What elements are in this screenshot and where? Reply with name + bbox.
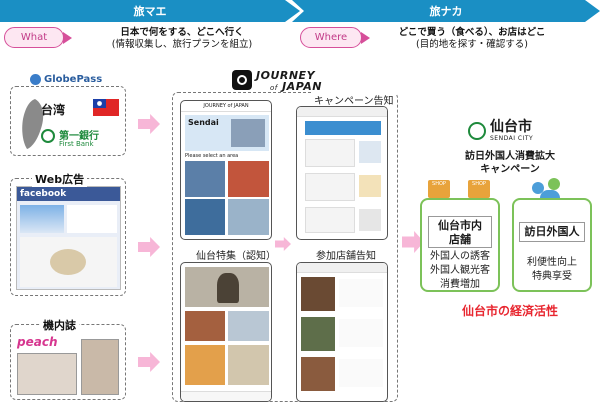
what-pill: What <box>4 27 72 48</box>
phone-participating-stores <box>296 262 388 402</box>
globepass-logo: GlobePass <box>30 72 112 86</box>
globepass-logo-text: GlobePass <box>44 73 103 85</box>
journey-logo: JOURNEY of JAPAN <box>256 70 322 94</box>
sendai-banner: Sendai <box>185 115 269 151</box>
stores-header <box>297 263 387 273</box>
food-photo <box>20 237 117 287</box>
sendai-city-logo-en: SENDAI CITY <box>490 135 534 142</box>
shop-icon-2-sign: SHOP <box>472 181 486 187</box>
person-icon-2 <box>548 178 560 190</box>
app-header: JOURNEY of JAPAN <box>181 101 271 112</box>
store-info-3 <box>339 359 383 387</box>
store-photo-3 <box>301 357 335 391</box>
taiwan-label: 台湾 <box>41 103 66 117</box>
post-text-block <box>67 205 117 233</box>
date-masamune-statue-image <box>185 267 269 307</box>
what-line-1: 日本で何をする、どこへ行く <box>120 27 244 38</box>
stores-benefit-2: 外国人観光客 <box>430 265 490 276</box>
phone-illustration <box>359 141 381 163</box>
where-line-2: (目的地を探す・確認する) <box>416 39 528 50</box>
shrine-image <box>228 345 269 385</box>
facebook-screenshot: facebook <box>16 186 121 290</box>
store-info-1 <box>339 279 383 307</box>
campaign-header <box>297 107 387 117</box>
foreign-visitors-benefits: 利便性向上 特典享受 <box>512 256 592 284</box>
food-image-3 <box>185 345 225 385</box>
campaign-text-block-3 <box>305 207 355 233</box>
globepass-box: 台湾 第一銀行 First Bank <box>10 86 126 156</box>
campaign-label: キャンペーン告知 <box>312 92 396 107</box>
where-description: どこで買う（食べる）、お店はどこ (目的地を探す・確認する) <box>372 27 572 51</box>
phase-during-trip: 旅ナカ <box>292 0 600 22</box>
peach-logo: peach <box>17 335 58 349</box>
journey-app-icon <box>232 70 252 90</box>
economic-revitalization-text: 仙台市の経済活性 <box>461 304 558 318</box>
visitors-benefit-1: 利便性向上 <box>527 257 577 268</box>
phase-during-label: 旅ナカ <box>429 5 463 18</box>
participating-stores-label: 参加店舗告知 <box>314 247 378 262</box>
select-area-text: Please select an area <box>185 153 239 159</box>
sendai-stores-title-line-2: 店舗 <box>449 233 471 246</box>
area-tile-4[interactable] <box>228 199 269 235</box>
sendai-city-emblem-icon <box>468 122 486 140</box>
where-line-1: どこで買う（食べる）、お店はどこ <box>398 27 546 38</box>
area-tile-1[interactable] <box>185 161 225 197</box>
what-pill-label: What <box>20 32 48 43</box>
food-image-1 <box>185 311 225 341</box>
taiwan-flag-icon <box>93 99 119 116</box>
sendai-stores-title: 仙台市内 店舗 <box>428 216 492 248</box>
what-description: 日本で何をする、どこへ行く (情報収集し、旅行プランを組立) <box>82 27 282 51</box>
first-bank-logo-icon <box>41 129 55 143</box>
mount-fuji-image <box>20 205 64 233</box>
shop-icon-1-sign: SHOP <box>432 181 446 187</box>
cup-illustration <box>359 209 381 231</box>
first-bank-en: First Bank <box>59 140 94 148</box>
web-ad-title: Web広告 <box>32 171 88 187</box>
shop-icon-1: SHOP <box>428 180 450 198</box>
store-photo-2 <box>301 317 335 351</box>
sendai-banner-title: Sendai <box>188 118 219 127</box>
store-photo-1 <box>301 277 335 311</box>
facebook-logo: facebook <box>17 187 120 201</box>
where-pill-label: Where <box>314 32 348 43</box>
foreign-visitors-title: 訪日外国人 <box>519 222 585 242</box>
what-line-2: (情報収集し、旅行プランを組立) <box>111 39 253 50</box>
phase-before-trip: 旅マエ <box>0 0 300 22</box>
magazine-cover-image <box>81 339 119 395</box>
phone-app-home: JOURNEY of JAPAN Sendai Please select an… <box>180 100 272 240</box>
inflight-magazine-box: peach <box>10 324 126 400</box>
sendai-feature-label: 仙台特集（認知） <box>194 247 278 262</box>
sendai-stores-title-line-1: 仙台市内 <box>438 219 482 232</box>
shop-icon-2: SHOP <box>468 180 490 198</box>
stores-benefit-3: 消費増加 <box>440 279 480 290</box>
store-info-2 <box>339 319 383 347</box>
sendai-stores-benefits: 外国人の誘客 外国人観光客 消費増加 <box>420 250 500 292</box>
magazine-page-image <box>17 353 77 395</box>
globe-icon <box>30 73 41 85</box>
food-image-2 <box>228 311 269 341</box>
journey-logo-of: of <box>270 84 278 92</box>
arrow-web-ad <box>138 237 160 257</box>
sendai-city-logo: 仙台市 <box>490 119 532 135</box>
where-pill: Where <box>300 27 370 48</box>
arrow-globepass <box>138 114 160 134</box>
stores-benefit-1: 外国人の誘客 <box>430 251 490 262</box>
arrow-inflight <box>138 352 160 372</box>
phone-campaign <box>296 106 388 240</box>
campaign-text-block-2 <box>305 173 355 201</box>
inflight-title: 機内誌 <box>40 317 79 333</box>
campaign-banner <box>305 121 381 135</box>
campaign-title-line-2: キャンペーン <box>480 164 540 175</box>
phase-before-label: 旅マエ <box>133 5 167 18</box>
area-tile-3[interactable] <box>185 199 225 235</box>
campaign-title: 訪日外国人消費拡大 キャンペーン <box>440 150 580 176</box>
cart-illustration <box>359 175 381 197</box>
web-ad-box: facebook <box>10 178 126 296</box>
visitors-benefit-2: 特典享受 <box>532 271 572 282</box>
campaign-title-line-1: 訪日外国人消費拡大 <box>465 151 555 162</box>
app-tab-bar <box>181 391 271 401</box>
phone-sendai-feature <box>180 262 272 402</box>
campaign-text-block <box>305 139 355 167</box>
area-tile-2[interactable] <box>228 161 269 197</box>
